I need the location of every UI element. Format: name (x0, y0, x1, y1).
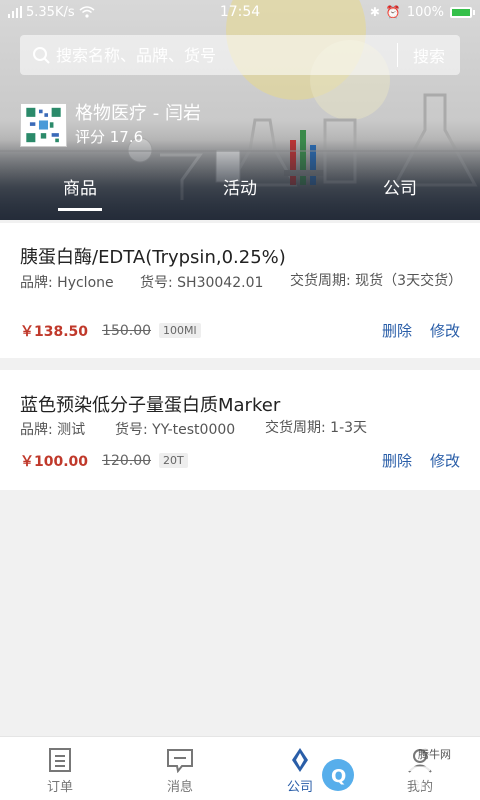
product-lead-time: 交货周期: 1-3天 (265, 420, 368, 436)
product-original-price: 120.00 (102, 452, 152, 469)
product-price: ￥138.50 (20, 323, 89, 340)
message-icon (167, 749, 193, 773)
product-title: 蓝色预染低分子量蛋白质Marker (20, 395, 281, 416)
store-tabs: 商品 活动 公司 (0, 172, 480, 216)
edit-button[interactable]: 修改 (430, 450, 460, 471)
svg-text:QQTN: QQTN (354, 760, 457, 798)
store-name: 格物医疗 - 闫岩 (75, 103, 201, 124)
battery-level (452, 8, 470, 16)
qqtn-logo: Q QQTN 腾牛网 .com (322, 747, 477, 800)
product-meta: 品牌: Hyclone 货号: SH30042.01 交货周期: 现货（3天交货… (20, 272, 463, 292)
clock: 17:54 (219, 4, 261, 20)
search-bar: 搜索 (20, 35, 460, 75)
product-card[interactable]: 胰蛋白酶/EDTA(Trypsin,0.25%) 品牌: Hyclone 货号:… (0, 223, 480, 358)
nav-label: 公司 (286, 780, 313, 795)
bluetooth-icon: ✱ (369, 5, 380, 19)
status-bar: 5.35K/s 17:54 ✱ ⏰ 100% (0, 0, 480, 24)
delete-button[interactable]: 删除 (382, 320, 412, 341)
svg-text:.com: .com (448, 786, 477, 800)
nav-orders[interactable]: 订单 (0, 737, 120, 800)
nav-messages[interactable]: 消息 (120, 737, 240, 800)
product-code: 货号: YY-test0000 (115, 422, 236, 438)
nav-label: 订单 (46, 780, 73, 795)
delete-button[interactable]: 删除 (382, 450, 412, 471)
product-brand: 品牌: 测试 (20, 422, 86, 438)
network-speed: 5.35K/s (26, 4, 75, 20)
tab-company[interactable]: 公司 (320, 172, 480, 216)
alarm-icon: ⏰ (385, 5, 401, 19)
search-icon (26, 46, 56, 64)
store-score: 评分 17.6 (75, 128, 144, 146)
svg-text:腾牛网: 腾牛网 (418, 747, 451, 761)
price-row: ￥138.50 150.00 100Ml 删除 修改 (20, 320, 460, 341)
product-card[interactable]: 蓝色预染低分子量蛋白质Marker 品牌: 测试 货号: YY-test0000… (0, 370, 480, 490)
product-code: 货号: SH30042.01 (140, 275, 264, 291)
product-lead-time: 交货周期: 现货（3天交货） (290, 273, 463, 289)
search-button[interactable]: 搜索 (398, 43, 460, 67)
wifi-icon (79, 6, 95, 18)
product-brand: 品牌: Hyclone (20, 275, 114, 291)
battery-percent: 100% (406, 4, 444, 20)
tab-activities[interactable]: 活动 (160, 172, 320, 216)
tab-products[interactable]: 商品 (0, 172, 160, 216)
store-qr-code[interactable] (20, 103, 67, 147)
nav-label: 消息 (166, 780, 193, 795)
product-original-price: 150.00 (102, 322, 152, 339)
price-row: ￥100.00 120.00 20T 删除 修改 (20, 450, 460, 471)
product-price: ￥100.00 (20, 453, 89, 470)
signal-icon (8, 6, 22, 18)
store-info: 格物医疗 - 闫岩 评分 17.6 (20, 102, 201, 148)
edit-button[interactable]: 修改 (430, 320, 460, 341)
product-meta: 品牌: 测试 货号: YY-test0000 交货周期: 1-3天 (20, 419, 460, 439)
watermark: Q QQTN 腾牛网 .com (318, 742, 480, 800)
product-title: 胰蛋白酶/EDTA(Trypsin,0.25%) (20, 247, 286, 268)
search-input[interactable] (56, 45, 397, 65)
store-header: 5.35K/s 17:54 ✱ ⏰ 100% 搜索名称、品牌、货号 搜索 格物医… (0, 0, 480, 220)
product-spec-badge: 100Ml (159, 323, 201, 338)
company-icon (292, 748, 308, 772)
orders-icon (49, 748, 71, 772)
battery-icon (450, 6, 475, 18)
svg-text:Q: Q (331, 766, 346, 787)
product-spec-badge: 20T (159, 453, 188, 468)
